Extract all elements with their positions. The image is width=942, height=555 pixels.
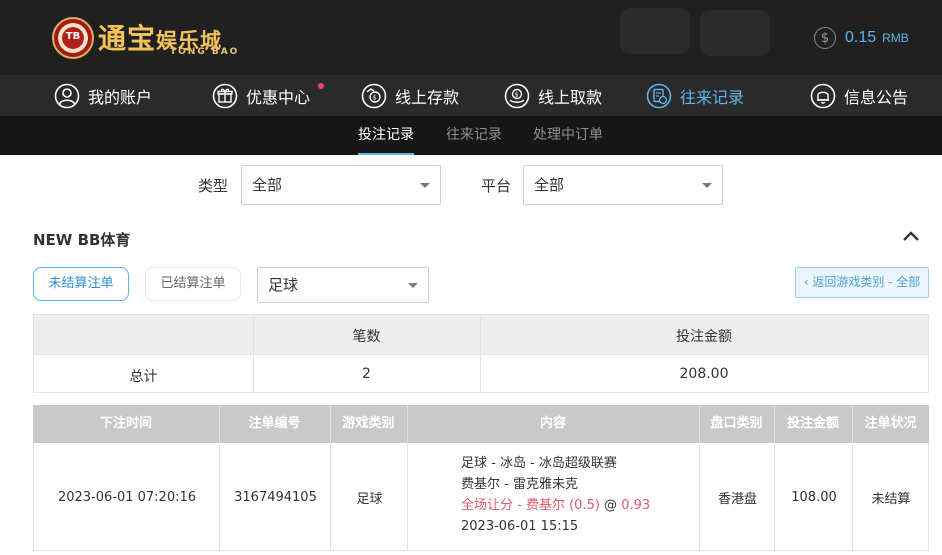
platform-select[interactable]: 全部 — [523, 165, 723, 205]
chevron-down-icon — [702, 183, 712, 188]
col-bet-time: 下注时间 — [99, 416, 152, 431]
nav-records[interactable]: 往来记录 — [646, 75, 744, 116]
bets-table: 下注时间 注单编号 游戏类别 内容 盘口类别 投注金额 注单状况 2023-06… — [33, 405, 929, 555]
bet-content-date: 2023-06-01 15:15 — [461, 519, 579, 534]
nav-deposit[interactable]: $ 线上存款 — [361, 75, 459, 116]
divider — [330, 405, 331, 443]
user-icon — [54, 83, 80, 109]
unsettled-bets-tab[interactable]: 未结算注单 — [33, 267, 129, 301]
bet-market: 全场让分 - 费基尔 (0.5) — [461, 498, 600, 513]
logo-title-main: 通宝 — [98, 22, 157, 55]
bet-time: 2023-06-01 07:20:16 — [57, 489, 197, 505]
bet-content-selection: 全场让分 - 费基尔 (0.5) @ 0.93 — [461, 495, 650, 516]
coin-symbol: $ — [820, 30, 830, 46]
chevron-down-icon — [408, 283, 418, 288]
summary-total-amount: 208.00 — [679, 366, 729, 382]
col-bet-status: 注单状况 — [864, 416, 917, 431]
bet-odds: 0.93 — [621, 498, 651, 513]
type-select[interactable]: 全部 — [241, 165, 441, 205]
balance-amount: 0.15 — [845, 29, 877, 46]
divider — [699, 443, 700, 551]
nav-label: 优惠中心 — [246, 87, 311, 107]
nav-label: 我的账户 — [88, 87, 153, 107]
divider — [774, 443, 775, 551]
bet-odds-type: 香港盘 — [717, 491, 757, 507]
sport-select[interactable]: 足球 — [257, 267, 429, 303]
bet-category: 足球 — [356, 491, 383, 507]
divider — [34, 354, 928, 355]
brand-logo[interactable]: TB 通宝娱乐城 TONG BAO — [52, 16, 242, 60]
summary-total-count: 2 — [362, 366, 371, 382]
bell-icon — [810, 83, 836, 109]
bet-content-match: 费基尔 - 雷克雅未克 — [461, 477, 578, 492]
divider — [407, 443, 408, 551]
bet-content-league: 足球 - 冰岛 - 冰岛超级联赛 — [461, 456, 617, 471]
section-title: NEW BB体育 — [33, 231, 131, 249]
col-content: 内容 — [539, 416, 566, 431]
platform-select-value: 全部 — [534, 176, 565, 194]
divider — [219, 405, 220, 443]
bet-content: 足球 - 冰岛 - 冰岛超级联赛 费基尔 - 雷克雅未克 全场让分 - 费基尔 … — [461, 453, 650, 537]
sub-nav: 投注记录 往来记录 处理中订单 — [0, 116, 942, 155]
sport-select-value: 足球 — [268, 276, 299, 294]
platform-label: 平台 — [481, 177, 512, 195]
col-bet-amount: 投注金额 — [786, 416, 839, 431]
summary-header-count: 笔数 — [352, 329, 381, 345]
bet-amount: 108.00 — [791, 489, 837, 505]
nav-announcements[interactable]: 信息公告 — [810, 75, 908, 116]
summary-header-amount: 投注金额 — [676, 329, 732, 345]
subtab-bet-records[interactable]: 投注记录 — [358, 116, 414, 155]
divider — [852, 443, 853, 551]
coin-icon: $ — [814, 27, 836, 49]
col-odds-type: 盘口类别 — [710, 416, 763, 431]
summary-total-label: 总计 — [129, 369, 158, 385]
divider — [219, 443, 220, 551]
type-select-value: 全部 — [252, 176, 283, 194]
divider — [774, 405, 775, 443]
bet-id: 3167494105 — [234, 489, 317, 505]
col-game-category: 游戏类别 — [342, 416, 395, 431]
logo-badge-text: TB — [65, 31, 81, 42]
divider — [330, 443, 331, 551]
nav-label: 线上存款 — [395, 87, 460, 107]
bet-at: @ — [604, 498, 618, 513]
col-bet-id: 注单编号 — [248, 416, 301, 431]
type-label: 类型 — [198, 177, 229, 195]
deposit-icon: $ — [361, 83, 387, 109]
nav-label: 往来记录 — [680, 87, 745, 107]
subtab-pending-orders[interactable]: 处理中订单 — [533, 116, 603, 155]
summary-table: 笔数 投注金额 总计 2 208.00 — [33, 314, 929, 393]
bets-header-row: 下注时间 注单编号 游戏类别 内容 盘口类别 投注金额 注单状况 — [33, 405, 929, 443]
svg-text:$: $ — [515, 91, 519, 98]
records-icon — [646, 83, 672, 109]
divider — [699, 405, 700, 443]
divider — [852, 405, 853, 443]
subtab-transaction-records[interactable]: 往来记录 — [446, 116, 502, 155]
notification-dot — [318, 83, 324, 89]
chevron-up-icon[interactable] — [901, 226, 921, 246]
nav-promotions[interactable]: 优惠中心 — [212, 75, 310, 116]
divider — [407, 405, 408, 443]
back-to-categories-button[interactable]: ‹ 返回游戏类别 - 全部 — [795, 267, 929, 298]
nav-my-account[interactable]: 我的账户 — [54, 75, 152, 116]
blurred-region — [700, 10, 770, 56]
wallet-balance[interactable]: $ 0.15 RMB — [814, 26, 909, 50]
chevron-down-icon — [420, 183, 430, 188]
nav-label: 信息公告 — [844, 87, 909, 107]
blurred-region — [620, 8, 690, 54]
balance-currency: RMB — [882, 31, 909, 45]
svg-text:$: $ — [373, 94, 377, 101]
bet-status: 未结算 — [871, 491, 911, 507]
withdraw-icon: $ — [504, 83, 530, 109]
logo-badge-icon: TB — [52, 17, 94, 59]
gift-icon — [212, 83, 238, 109]
logo-subtitle: TONG BAO — [170, 47, 240, 57]
top-header: TB 通宝娱乐城 TONG BAO $ 0.15 RMB — [0, 0, 942, 75]
main-nav: 我的账户 优惠中心 $ 线上存款 $ 线上取款 往来记录 信息公告 — [0, 75, 942, 116]
settled-bets-tab[interactable]: 已结算注单 — [145, 267, 241, 301]
nav-withdraw[interactable]: $ 线上取款 — [504, 75, 602, 116]
nav-label: 线上取款 — [538, 87, 603, 107]
